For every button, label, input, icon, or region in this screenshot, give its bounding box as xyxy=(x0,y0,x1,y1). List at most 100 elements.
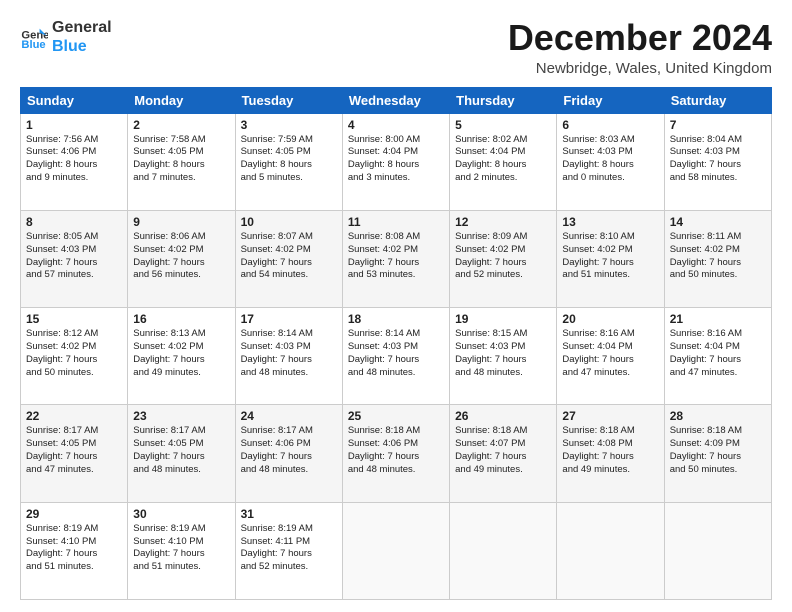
calendar-week-3: 15 Sunrise: 8:12 AM Sunset: 4:02 PM Dayli… xyxy=(21,308,772,405)
day-info: Sunrise: 8:17 AM Sunset: 4:05 PM Dayligh… xyxy=(133,425,229,476)
header: General Blue General Blue December 2024 … xyxy=(20,18,772,77)
day-info: Sunrise: 8:10 AM Sunset: 4:02 PM Dayligh… xyxy=(562,231,658,282)
day-info: Sunrise: 8:17 AM Sunset: 4:06 PM Dayligh… xyxy=(241,425,337,476)
calendar-cell: 3 Sunrise: 7:59 AM Sunset: 4:05 PM Daylig… xyxy=(235,113,342,210)
calendar-cell: 17 Sunrise: 8:14 AM Sunset: 4:03 PM Dayli… xyxy=(235,308,342,405)
day-info: Sunrise: 8:14 AM Sunset: 4:03 PM Dayligh… xyxy=(241,328,337,379)
day-number: 23 xyxy=(133,409,229,423)
calendar-cell: 22 Sunrise: 8:17 AM Sunset: 4:05 PM Dayli… xyxy=(21,405,128,502)
day-info: Sunrise: 8:03 AM Sunset: 4:03 PM Dayligh… xyxy=(562,134,658,185)
calendar-week-1: 1Sunrise: 7:56 AM Sunset: 4:06 PM Daylig… xyxy=(21,113,772,210)
calendar-cell: 7 Sunrise: 8:04 AM Sunset: 4:03 PM Daylig… xyxy=(664,113,771,210)
day-number: 20 xyxy=(562,312,658,326)
day-number: 13 xyxy=(562,215,658,229)
day-info: Sunrise: 8:19 AM Sunset: 4:11 PM Dayligh… xyxy=(241,523,337,574)
calendar-header-saturday: Saturday xyxy=(664,87,771,113)
day-number: 12 xyxy=(455,215,551,229)
calendar-week-4: 22 Sunrise: 8:17 AM Sunset: 4:05 PM Dayli… xyxy=(21,405,772,502)
day-number: 14 xyxy=(670,215,766,229)
calendar-cell: 19 Sunrise: 8:15 AM Sunset: 4:03 PM Dayli… xyxy=(450,308,557,405)
day-info: Sunrise: 8:17 AM Sunset: 4:05 PM Dayligh… xyxy=(26,425,122,476)
day-number: 17 xyxy=(241,312,337,326)
calendar-cell: 8Sunrise: 8:05 AM Sunset: 4:03 PM Daylig… xyxy=(21,210,128,307)
day-info: Sunrise: 8:14 AM Sunset: 4:03 PM Dayligh… xyxy=(348,328,444,379)
calendar-header-sunday: Sunday xyxy=(21,87,128,113)
calendar-cell: 27Sunrise: 8:18 AM Sunset: 4:08 PM Dayli… xyxy=(557,405,664,502)
day-info: Sunrise: 8:06 AM Sunset: 4:02 PM Dayligh… xyxy=(133,231,229,282)
calendar-week-5: 29 Sunrise: 8:19 AM Sunset: 4:10 PM Dayli… xyxy=(21,502,772,599)
calendar-header-tuesday: Tuesday xyxy=(235,87,342,113)
calendar-cell: 23 Sunrise: 8:17 AM Sunset: 4:05 PM Dayli… xyxy=(128,405,235,502)
day-number: 19 xyxy=(455,312,551,326)
day-info: Sunrise: 8:19 AM Sunset: 4:10 PM Dayligh… xyxy=(133,523,229,574)
day-info: Sunrise: 8:13 AM Sunset: 4:02 PM Dayligh… xyxy=(133,328,229,379)
day-info: Sunrise: 7:58 AM Sunset: 4:05 PM Dayligh… xyxy=(133,134,229,185)
calendar-cell: 29 Sunrise: 8:19 AM Sunset: 4:10 PM Dayli… xyxy=(21,502,128,599)
day-number: 18 xyxy=(348,312,444,326)
calendar-body: 1Sunrise: 7:56 AM Sunset: 4:06 PM Daylig… xyxy=(21,113,772,599)
day-number: 3 xyxy=(241,118,337,132)
day-info: Sunrise: 8:18 AM Sunset: 4:07 PM Dayligh… xyxy=(455,425,551,476)
day-number: 1 xyxy=(26,118,122,132)
calendar-header-row: SundayMondayTuesdayWednesdayThursdayFrid… xyxy=(21,87,772,113)
calendar-cell: 10Sunrise: 8:07 AM Sunset: 4:02 PM Dayli… xyxy=(235,210,342,307)
day-number: 21 xyxy=(670,312,766,326)
calendar-cell: 15 Sunrise: 8:12 AM Sunset: 4:02 PM Dayli… xyxy=(21,308,128,405)
day-info: Sunrise: 8:02 AM Sunset: 4:04 PM Dayligh… xyxy=(455,134,551,185)
day-number: 26 xyxy=(455,409,551,423)
calendar-week-2: 8Sunrise: 8:05 AM Sunset: 4:03 PM Daylig… xyxy=(21,210,772,307)
day-number: 28 xyxy=(670,409,766,423)
calendar-cell: 11 Sunrise: 8:08 AM Sunset: 4:02 PM Dayli… xyxy=(342,210,449,307)
day-info: Sunrise: 8:12 AM Sunset: 4:02 PM Dayligh… xyxy=(26,328,122,379)
calendar-cell: 6 Sunrise: 8:03 AM Sunset: 4:03 PM Daylig… xyxy=(557,113,664,210)
calendar-header-thursday: Thursday xyxy=(450,87,557,113)
day-info: Sunrise: 8:18 AM Sunset: 4:06 PM Dayligh… xyxy=(348,425,444,476)
day-info: Sunrise: 8:16 AM Sunset: 4:04 PM Dayligh… xyxy=(670,328,766,379)
calendar-cell: 4Sunrise: 8:00 AM Sunset: 4:04 PM Daylig… xyxy=(342,113,449,210)
day-info: Sunrise: 8:04 AM Sunset: 4:03 PM Dayligh… xyxy=(670,134,766,185)
day-info: Sunrise: 8:15 AM Sunset: 4:03 PM Dayligh… xyxy=(455,328,551,379)
day-number: 11 xyxy=(348,215,444,229)
calendar-cell: 30 Sunrise: 8:19 AM Sunset: 4:10 PM Dayli… xyxy=(128,502,235,599)
calendar-cell xyxy=(342,502,449,599)
day-number: 30 xyxy=(133,507,229,521)
calendar-cell: 9 Sunrise: 8:06 AM Sunset: 4:02 PM Daylig… xyxy=(128,210,235,307)
day-info: Sunrise: 8:19 AM Sunset: 4:10 PM Dayligh… xyxy=(26,523,122,574)
calendar-cell: 21 Sunrise: 8:16 AM Sunset: 4:04 PM Dayli… xyxy=(664,308,771,405)
calendar-cell xyxy=(450,502,557,599)
month-title: December 2024 xyxy=(508,18,772,58)
day-number: 22 xyxy=(26,409,122,423)
calendar-cell: 28Sunrise: 8:18 AM Sunset: 4:09 PM Dayli… xyxy=(664,405,771,502)
calendar-cell: 16 Sunrise: 8:13 AM Sunset: 4:02 PM Dayli… xyxy=(128,308,235,405)
day-number: 15 xyxy=(26,312,122,326)
day-number: 31 xyxy=(241,507,337,521)
day-info: Sunrise: 8:08 AM Sunset: 4:02 PM Dayligh… xyxy=(348,231,444,282)
day-number: 24 xyxy=(241,409,337,423)
day-number: 5 xyxy=(455,118,551,132)
logo-line1: General xyxy=(52,18,112,37)
day-number: 2 xyxy=(133,118,229,132)
calendar-header-friday: Friday xyxy=(557,87,664,113)
day-number: 8 xyxy=(26,215,122,229)
calendar-cell: 18 Sunrise: 8:14 AM Sunset: 4:03 PM Dayli… xyxy=(342,308,449,405)
day-number: 6 xyxy=(562,118,658,132)
day-number: 7 xyxy=(670,118,766,132)
day-info: Sunrise: 8:16 AM Sunset: 4:04 PM Dayligh… xyxy=(562,328,658,379)
calendar-header-wednesday: Wednesday xyxy=(342,87,449,113)
day-number: 16 xyxy=(133,312,229,326)
day-info: Sunrise: 8:07 AM Sunset: 4:02 PM Dayligh… xyxy=(241,231,337,282)
day-info: Sunrise: 8:09 AM Sunset: 4:02 PM Dayligh… xyxy=(455,231,551,282)
day-number: 29 xyxy=(26,507,122,521)
svg-text:Blue: Blue xyxy=(21,39,45,51)
calendar-table: SundayMondayTuesdayWednesdayThursdayFrid… xyxy=(20,87,772,600)
calendar-cell xyxy=(664,502,771,599)
day-number: 25 xyxy=(348,409,444,423)
calendar-cell: 13 Sunrise: 8:10 AM Sunset: 4:02 PM Dayli… xyxy=(557,210,664,307)
calendar-header-monday: Monday xyxy=(128,87,235,113)
day-number: 9 xyxy=(133,215,229,229)
calendar-cell: 14 Sunrise: 8:11 AM Sunset: 4:02 PM Dayli… xyxy=(664,210,771,307)
location: Newbridge, Wales, United Kingdom xyxy=(508,60,772,77)
day-info: Sunrise: 8:11 AM Sunset: 4:02 PM Dayligh… xyxy=(670,231,766,282)
calendar-cell: 12 Sunrise: 8:09 AM Sunset: 4:02 PM Dayli… xyxy=(450,210,557,307)
day-info: Sunrise: 7:59 AM Sunset: 4:05 PM Dayligh… xyxy=(241,134,337,185)
